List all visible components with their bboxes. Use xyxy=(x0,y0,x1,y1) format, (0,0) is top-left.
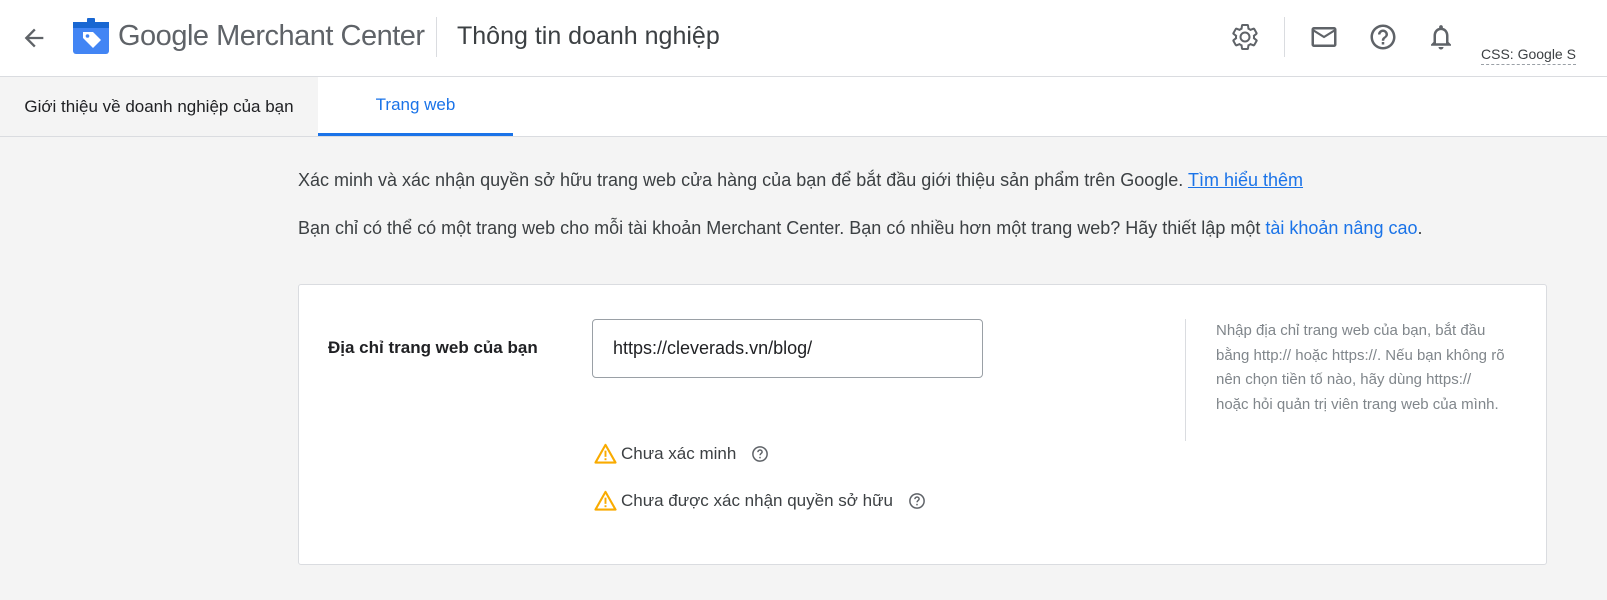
brand-google: Google xyxy=(118,20,209,52)
mail-icon[interactable] xyxy=(1309,22,1339,52)
page-title: Thông tin doanh nghiệp xyxy=(457,22,720,50)
website-card: Địa chỉ trang web của bạn Nhập địa chỉ t… xyxy=(298,284,1547,565)
learn-more-link[interactable]: Tìm hiểu thêm xyxy=(1188,170,1303,190)
status-unverified: Chưa xác minh xyxy=(594,443,769,464)
intro-period: . xyxy=(1417,218,1423,238)
intro-one-website-text: Bạn chỉ có thể có một trang web cho mỗi … xyxy=(298,218,1423,239)
question-circle-icon[interactable] xyxy=(751,445,769,463)
header-divider xyxy=(436,17,437,57)
question-circle-icon[interactable] xyxy=(908,492,926,510)
help-divider xyxy=(1185,319,1186,441)
advanced-account-link[interactable]: tài khoản nâng cao xyxy=(1265,218,1417,238)
intro-verify-text: Xác minh và xác nhận quyền sở hữu trang … xyxy=(298,170,1303,191)
css-account-label[interactable]: CSS: Google S xyxy=(1481,46,1576,65)
website-help-text: Nhập địa chỉ trang web của bạn, bắt đầu … xyxy=(1216,322,1505,413)
status-unclaimed: Chưa được xác nhận quyền sở hữu xyxy=(594,490,926,511)
tab-about-business[interactable]: Giới thiệu về doanh nghiệp của bạn xyxy=(0,77,318,136)
back-arrow-icon[interactable] xyxy=(20,24,48,52)
intro-one-website-sentence: Bạn chỉ có thể có một trang web cho mỗi … xyxy=(298,218,1261,238)
warning-icon xyxy=(594,490,617,511)
website-url-input[interactable] xyxy=(592,319,983,378)
brand-product: Merchant Center xyxy=(216,20,425,52)
settings-gear-icon[interactable] xyxy=(1230,22,1260,52)
header-icon-divider xyxy=(1284,17,1285,57)
app-header: Google Merchant Center Thông tin doanh n… xyxy=(0,0,1607,77)
intro-verify-sentence: Xác minh và xác nhận quyền sở hữu trang … xyxy=(298,170,1184,190)
brand-name[interactable]: Google Merchant Center xyxy=(118,20,425,53)
tab-bar: Giới thiệu về doanh nghiệp của bạn Trang… xyxy=(0,77,1607,137)
status-unclaimed-label: Chưa được xác nhận quyền sở hữu xyxy=(621,490,893,510)
tab-website[interactable]: Trang web xyxy=(318,77,513,136)
merchant-center-logo-icon xyxy=(73,18,109,54)
website-address-label: Địa chỉ trang web của bạn xyxy=(328,338,538,357)
help-icon[interactable] xyxy=(1368,22,1398,52)
notifications-bell-icon[interactable] xyxy=(1426,22,1456,52)
warning-icon xyxy=(594,443,617,464)
status-unverified-label: Chưa xác minh xyxy=(621,443,737,463)
